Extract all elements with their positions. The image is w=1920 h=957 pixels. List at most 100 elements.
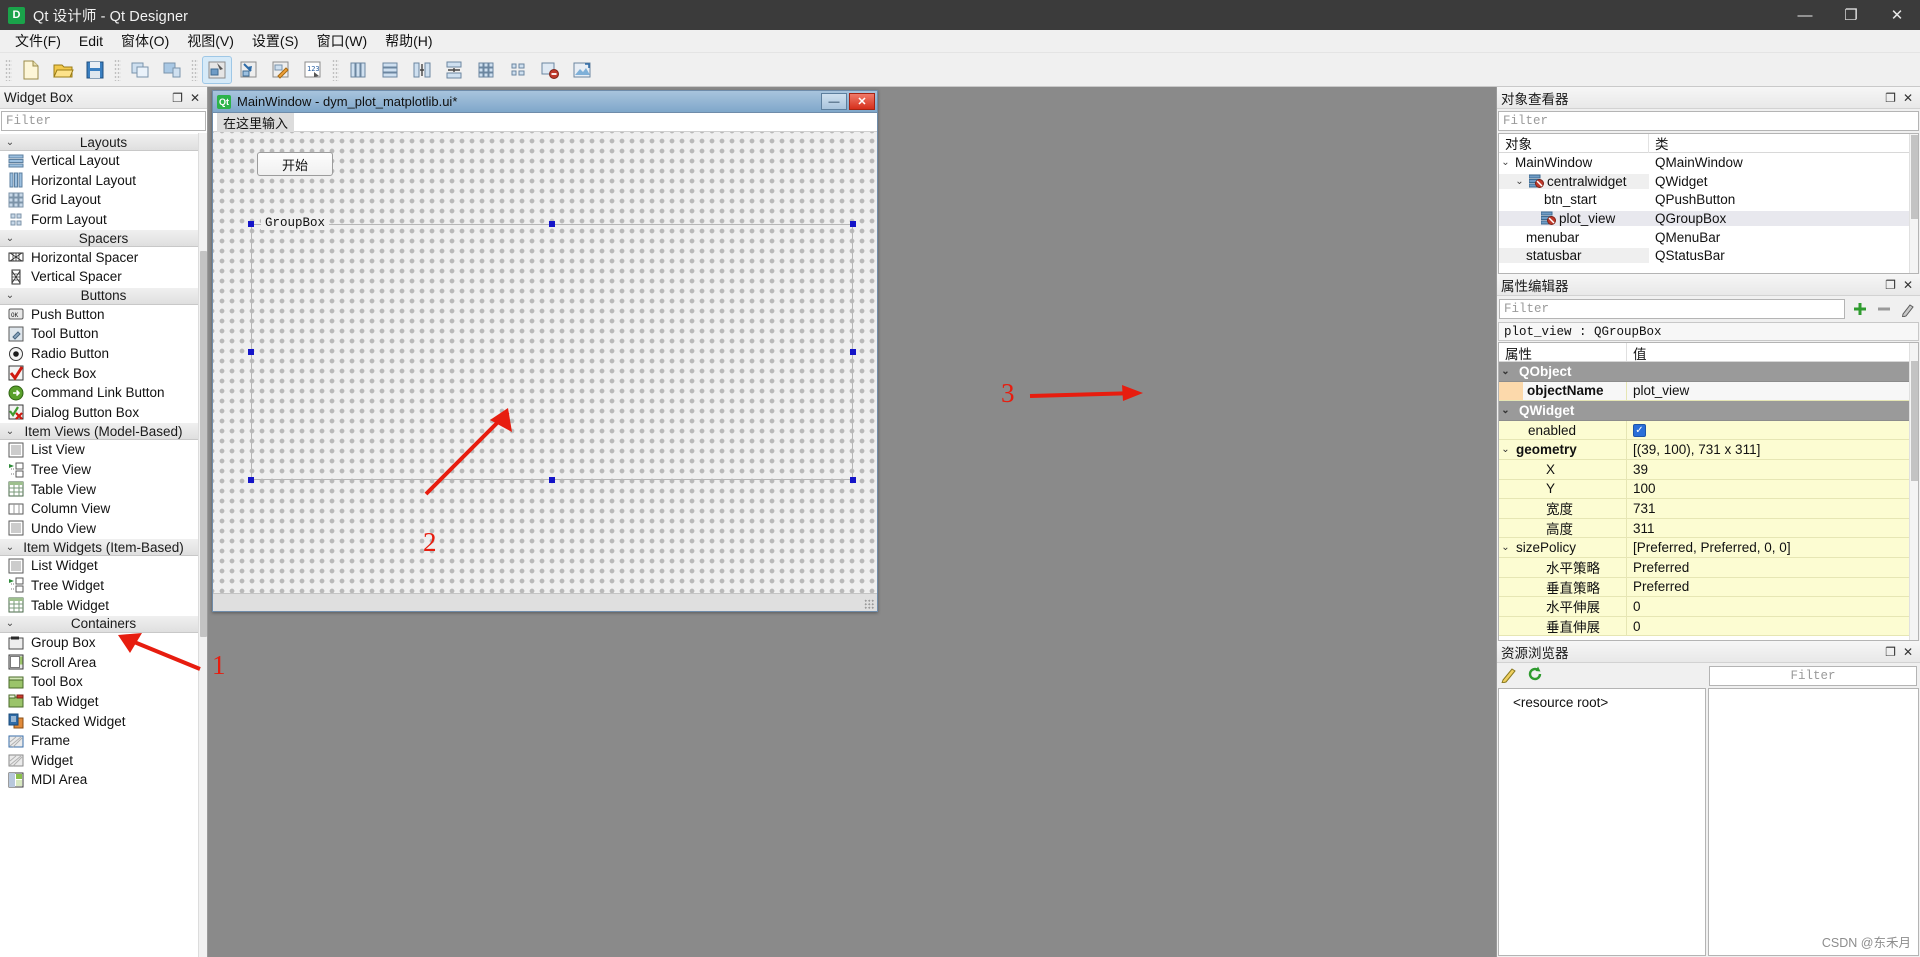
widget-item-horizontal-spacer[interactable]: Horizontal Spacer xyxy=(0,247,207,267)
object-tree-scrollbar[interactable] xyxy=(1909,134,1918,273)
widget-box-close-button[interactable]: ✕ xyxy=(190,91,200,105)
pencil-icon[interactable] xyxy=(1500,665,1518,686)
btn-start-widget[interactable]: 开始 xyxy=(257,152,333,176)
form-menubar[interactable]: 在这里输入 xyxy=(213,111,877,133)
selection-handle-bottom-right[interactable] xyxy=(850,477,856,483)
object-tree-scrollbar-thumb[interactable] xyxy=(1911,135,1918,219)
chevron-down-icon[interactable]: ⌄ xyxy=(1499,405,1512,416)
property-editor-close-button[interactable]: ✕ xyxy=(1903,278,1913,292)
widget-box-group-item-views[interactable]: ⌄ Item Views (Model-Based) xyxy=(0,422,207,441)
widget-item-tool-box[interactable]: Tool Box xyxy=(0,672,207,692)
form-window-titlebar[interactable]: Qt MainWindow - dym_plot_matplotlib.ui* … xyxy=(213,91,877,113)
widget-box-group-spacers[interactable]: ⌄ Spacers xyxy=(0,229,207,248)
property-row-y[interactable]: Y 100 xyxy=(1499,479,1918,500)
column-header-value[interactable]: 值 xyxy=(1627,343,1918,362)
widget-item-tool-button[interactable]: Tool Button xyxy=(0,324,207,344)
open-form-icon[interactable] xyxy=(48,56,78,84)
maximize-button[interactable]: ❐ xyxy=(1828,0,1874,30)
menu-help[interactable]: 帮助(H) xyxy=(376,29,441,53)
property-row-sizepolicy[interactable]: ⌄ sizePolicy [Preferred, Preferred, 0, 0… xyxy=(1499,538,1918,558)
property-group-qobject[interactable]: ⌄ QObject xyxy=(1499,362,1918,382)
selection-handle-mid-right[interactable] xyxy=(850,349,856,355)
form-minimize-button[interactable]: — xyxy=(821,93,847,110)
selection-handle-top-right[interactable] xyxy=(850,221,856,227)
widget-item-list-view[interactable]: List View xyxy=(0,440,207,460)
chevron-down-icon[interactable]: ⌄ xyxy=(1513,176,1526,187)
edit-signals-slots-icon[interactable] xyxy=(234,56,264,84)
object-tree[interactable]: 对象 类 ⌄ MainWindow QMainWindow ⌄ centralw… xyxy=(1498,133,1919,274)
selection-handle-top-center[interactable] xyxy=(549,221,555,227)
enabled-checkbox[interactable]: ✓ xyxy=(1633,423,1646,437)
add-property-button[interactable] xyxy=(1849,299,1871,319)
column-header-property[interactable]: 属性 xyxy=(1499,343,1627,362)
adjust-size-icon[interactable] xyxy=(567,56,597,84)
property-table-scrollbar[interactable] xyxy=(1909,343,1918,640)
redo-icon[interactable] xyxy=(157,56,187,84)
menu-form[interactable]: 窗体(O) xyxy=(112,29,178,53)
widget-item-command-link-button[interactable]: Command Link Button xyxy=(0,383,207,403)
toolbar-grip-3[interactable] xyxy=(191,58,198,81)
form-close-button[interactable]: ✕ xyxy=(849,93,875,110)
widget-item-tree-widget[interactable]: Tree Widget xyxy=(0,576,207,596)
property-value-height[interactable]: 311 xyxy=(1627,518,1918,538)
toolbar-grip-4[interactable] xyxy=(332,58,339,81)
chevron-down-icon[interactable]: ⌄ xyxy=(1499,366,1512,377)
widget-item-stacked-widget[interactable]: Stacked Widget xyxy=(0,711,207,731)
edit-tab-order-icon[interactable]: 123 xyxy=(298,56,328,84)
widget-item-form-layout[interactable]: Form Layout xyxy=(0,210,207,230)
property-editor-float-button[interactable]: ❐ xyxy=(1885,278,1896,292)
close-button[interactable]: ✕ xyxy=(1874,0,1920,30)
selection-handle-bottom-left[interactable] xyxy=(248,477,254,483)
edit-buddies-icon[interactable] xyxy=(266,56,296,84)
layout-horizontally-icon[interactable] xyxy=(343,56,373,84)
property-table-scrollbar-thumb[interactable] xyxy=(1911,361,1918,481)
widget-box-group-buttons[interactable]: ⌄ Buttons xyxy=(0,286,207,305)
property-value-geometry[interactable]: [(39, 100), 731 x 311] xyxy=(1627,440,1918,459)
widget-item-push-button[interactable]: OK Push Button xyxy=(0,305,207,325)
resource-browser-float-button[interactable]: ❐ xyxy=(1885,645,1896,659)
object-row-menubar[interactable]: menubar QMenuBar xyxy=(1499,228,1918,247)
property-row-vertical-policy[interactable]: 垂直策略 Preferred xyxy=(1499,577,1918,598)
menu-file[interactable]: 文件(F) xyxy=(6,29,70,53)
widget-item-tree-view[interactable]: Tree View xyxy=(0,460,207,480)
chevron-down-icon[interactable]: ⌄ xyxy=(1499,542,1512,553)
widget-item-tab-widget[interactable]: Tab Widget xyxy=(0,692,207,712)
selection-handle-bottom-center[interactable] xyxy=(549,477,555,483)
widget-item-column-view[interactable]: Column View xyxy=(0,499,207,519)
property-editor-filter-input[interactable]: Filter xyxy=(1499,299,1845,319)
save-form-icon[interactable] xyxy=(80,56,110,84)
selection-handle-top-left[interactable] xyxy=(248,221,254,227)
property-value-horizontal-stretch[interactable]: 0 xyxy=(1627,597,1918,616)
property-row-vertical-stretch[interactable]: 垂直伸展 0 xyxy=(1499,616,1918,637)
resource-browser-close-button[interactable]: ✕ xyxy=(1903,645,1913,659)
selection-handle-mid-left[interactable] xyxy=(248,349,254,355)
widget-item-mdi-area[interactable]: MDI Area xyxy=(0,770,207,790)
property-value-objectname[interactable]: plot_view xyxy=(1633,383,1689,398)
widget-item-list-widget[interactable]: List Widget xyxy=(0,556,207,576)
object-row-btn-start[interactable]: btn_start QPushButton xyxy=(1499,190,1918,209)
property-value-horizontal-policy[interactable]: Preferred xyxy=(1627,557,1918,577)
undo-icon[interactable] xyxy=(125,56,155,84)
plot-view-groupbox[interactable]: GroupBox xyxy=(251,216,853,480)
object-inspector-close-button[interactable]: ✕ xyxy=(1903,91,1913,105)
property-row-height[interactable]: 高度 311 xyxy=(1499,518,1918,539)
toolbar-grip-2[interactable] xyxy=(114,58,121,81)
widget-item-scroll-area[interactable]: Scroll Area xyxy=(0,652,207,672)
resource-preview-pane[interactable]: CSDN @东禾月 xyxy=(1708,688,1919,956)
widget-box-float-button[interactable]: ❐ xyxy=(172,91,183,105)
property-value-sizepolicy[interactable]: [Preferred, Preferred, 0, 0] xyxy=(1627,538,1918,557)
widget-item-frame[interactable]: Frame xyxy=(0,731,207,751)
object-row-statusbar[interactable]: statusbar QStatusBar xyxy=(1499,246,1918,265)
property-row-horizontal-stretch[interactable]: 水平伸展 0 xyxy=(1499,597,1918,617)
resource-tree[interactable]: <resource root> xyxy=(1498,688,1706,956)
menu-settings[interactable]: 设置(S) xyxy=(243,29,308,53)
layout-form-icon[interactable] xyxy=(503,56,533,84)
widget-item-vertical-layout[interactable]: Vertical Layout xyxy=(0,151,207,171)
resource-root-label[interactable]: <resource root> xyxy=(1513,695,1608,710)
property-row-width[interactable]: 宽度 731 xyxy=(1499,499,1918,519)
resize-grip-icon[interactable] xyxy=(864,599,874,609)
column-header-object[interactable]: 对象 xyxy=(1499,134,1649,153)
property-value-vertical-stretch[interactable]: 0 xyxy=(1627,616,1918,636)
property-value-width[interactable]: 731 xyxy=(1627,499,1918,518)
chevron-down-icon[interactable]: ⌄ xyxy=(1499,157,1512,168)
